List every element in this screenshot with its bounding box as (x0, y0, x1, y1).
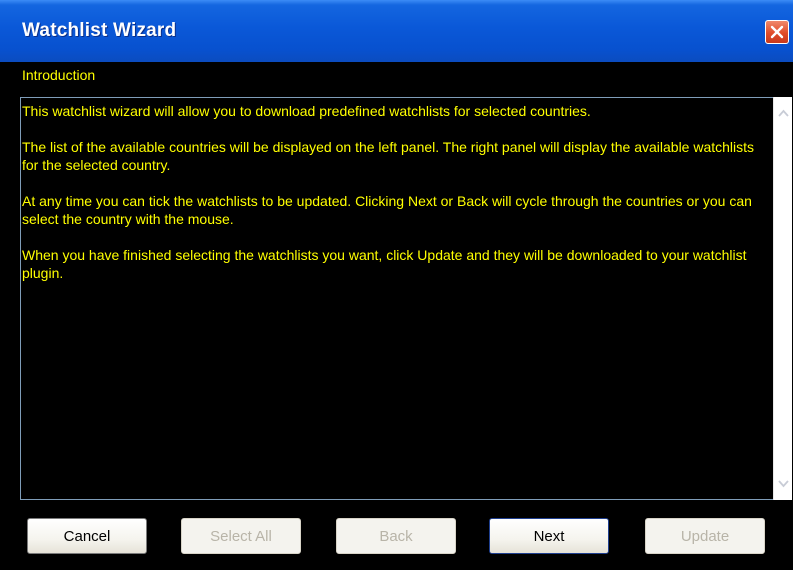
content-text: This watchlist wizard will allow you to … (22, 102, 767, 300)
close-button[interactable] (765, 20, 789, 44)
scroll-up-button[interactable] (775, 105, 792, 122)
watchlist-wizard-window: Watchlist Wizard Introduction This watch… (0, 0, 793, 570)
navigation-paragraph: At any time you can tick the watchlists … (22, 193, 752, 227)
select-all-button[interactable]: Select All (181, 518, 301, 554)
intro-paragraph: This watchlist wizard will allow you to … (22, 103, 591, 119)
panels-paragraph: The list of the available countries will… (22, 139, 755, 173)
update-button[interactable]: Update (645, 518, 765, 554)
window-title: Watchlist Wizard (22, 20, 177, 41)
vertical-scrollbar[interactable] (773, 97, 792, 500)
back-button[interactable]: Back (336, 518, 456, 554)
update-paragraph: When you have finished selecting the wat… (22, 247, 747, 281)
page-heading: Introduction (22, 67, 96, 83)
cancel-button[interactable]: Cancel (27, 518, 147, 554)
scroll-down-arrow-icon (778, 480, 789, 488)
title-bar[interactable]: Watchlist Wizard (0, 0, 793, 62)
next-button[interactable]: Next (489, 518, 609, 554)
scroll-down-button[interactable] (775, 475, 792, 492)
content-panel: This watchlist wizard will allow you to … (20, 97, 775, 500)
scroll-up-arrow-icon (778, 109, 789, 117)
close-icon (770, 25, 784, 39)
